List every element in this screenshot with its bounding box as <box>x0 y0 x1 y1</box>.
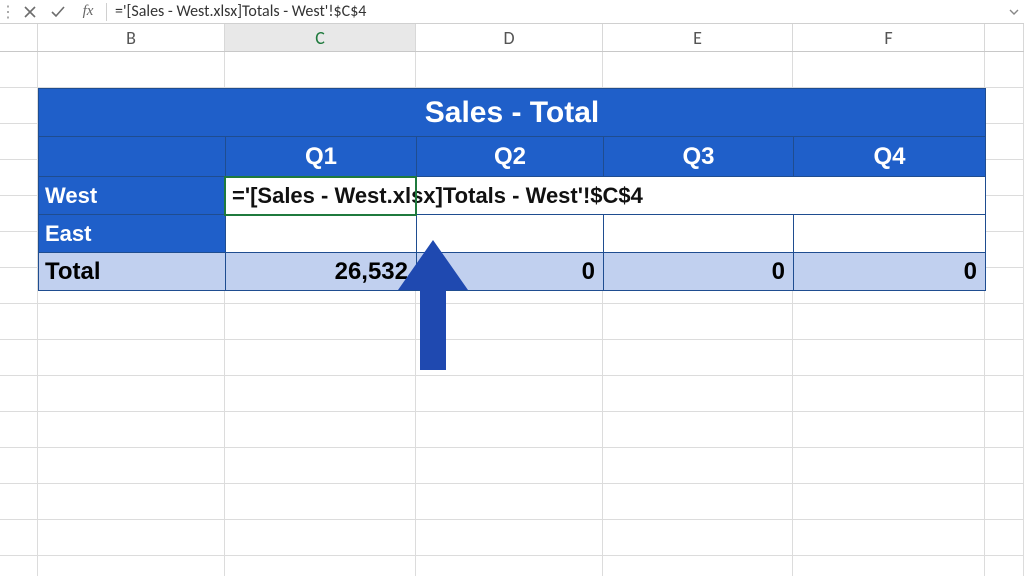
cell-total-q4[interactable]: 0 <box>794 253 986 291</box>
column-header-tail[interactable] <box>985 24 1024 51</box>
chevron-down-icon <box>1009 8 1019 16</box>
enter-button[interactable] <box>44 6 72 18</box>
cell-east-q3[interactable] <box>604 215 794 253</box>
row-label-east: East <box>39 215 226 253</box>
column-header-C[interactable]: C <box>225 24 416 51</box>
sales-header-blank <box>39 137 226 177</box>
divider <box>106 3 107 21</box>
check-icon <box>51 6 65 18</box>
column-header-blank[interactable] <box>0 24 38 51</box>
grid-row <box>0 52 1024 88</box>
cell[interactable] <box>603 52 793 88</box>
cell-total-q2[interactable]: 0 <box>417 253 604 291</box>
formula-input[interactable]: ='[Sales - West.xlsx]Totals - West'!$C$4 <box>109 2 1004 21</box>
column-header-F[interactable]: F <box>793 24 985 51</box>
sales-header-q1: Q1 <box>226 137 417 177</box>
column-header-E[interactable]: E <box>603 24 793 51</box>
sales-table: Sales - Total Q1 Q2 Q3 Q4 West ='[Sales … <box>38 88 986 291</box>
cell[interactable] <box>793 52 985 88</box>
close-icon <box>24 6 36 18</box>
cell-east-q4[interactable] <box>794 215 986 253</box>
sales-title: Sales - Total <box>39 89 986 137</box>
formula-bar-grip: ⋮ <box>0 2 16 22</box>
column-header-B[interactable]: B <box>38 24 225 51</box>
cell-editing-formula[interactable]: ='[Sales - West.xlsx]Totals - West'!$C$4 <box>226 183 643 208</box>
column-headers: B C D E F <box>0 24 1024 52</box>
expand-formula-bar-button[interactable] <box>1004 8 1024 16</box>
cell[interactable] <box>0 52 38 88</box>
sales-header-q2: Q2 <box>417 137 604 177</box>
row-label-total: Total <box>39 253 226 291</box>
cell-total-q3[interactable]: 0 <box>604 253 794 291</box>
cell-east-q1[interactable] <box>226 215 417 253</box>
cell-total-q1[interactable]: 26,532 <box>226 253 417 291</box>
cancel-button[interactable] <box>16 6 44 18</box>
sales-header-q3: Q3 <box>604 137 794 177</box>
cell[interactable] <box>985 52 1024 88</box>
cell[interactable] <box>416 52 603 88</box>
insert-function-button[interactable]: fx <box>72 3 104 20</box>
cell-east-q2[interactable] <box>417 215 604 253</box>
cell[interactable] <box>38 52 225 88</box>
formula-bar: ⋮ fx ='[Sales - West.xlsx]Totals - West'… <box>0 0 1024 24</box>
grid[interactable]: // rows will be generated below via clon… <box>0 52 1024 576</box>
cell[interactable] <box>225 52 416 88</box>
sales-header-q4: Q4 <box>794 137 986 177</box>
column-header-D[interactable]: D <box>416 24 603 51</box>
row-label-west: West <box>39 177 226 215</box>
